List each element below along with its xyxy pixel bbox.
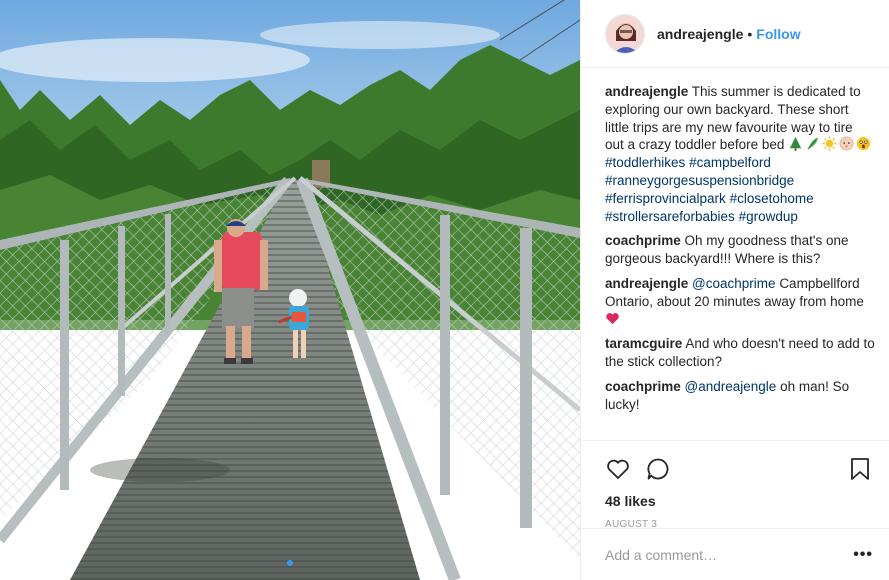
post-actions: 48 likes AUGUST 3 xyxy=(581,440,889,530)
comment-item: taramcguire And who doesn't need to add … xyxy=(605,335,875,371)
hashtag-link[interactable]: #growdup xyxy=(739,209,798,224)
evergreen-tree-icon xyxy=(790,137,802,152)
caption-emojis xyxy=(788,136,873,152)
post-photo[interactable] xyxy=(0,0,580,580)
avatar[interactable] xyxy=(605,13,645,54)
carousel-dot xyxy=(287,560,293,566)
hashtag-link[interactable]: #ferrisprovincialpark xyxy=(605,191,726,206)
suspension-bridge-image xyxy=(0,0,580,580)
comment-item: andreajengle @coachprime Campbellford On… xyxy=(605,275,875,328)
caption-username[interactable]: andreajengle xyxy=(605,84,688,99)
comment-item: coachprime Oh my goodness that's one gor… xyxy=(605,232,875,268)
comment-username[interactable]: coachprime xyxy=(605,233,681,248)
likes-count[interactable]: 48 likes xyxy=(605,493,873,509)
comment-username[interactable]: taramcguire xyxy=(605,336,682,351)
comment-mention[interactable]: @coachprime xyxy=(692,276,776,291)
hashtag-link[interactable]: #toddlerhikes xyxy=(605,155,685,170)
post-sidebar: andreajengle • Follow andreajengle This … xyxy=(580,0,889,580)
add-comment-bar: ••• xyxy=(581,528,889,580)
heart-outline-icon[interactable] xyxy=(605,456,631,482)
comment-input[interactable] xyxy=(605,546,854,563)
comment-item: coachprime @andreajengle oh man! So luck… xyxy=(605,378,875,414)
herb-icon xyxy=(807,138,819,150)
header-separator: • xyxy=(747,25,753,42)
hashtag-link[interactable]: #campbelford xyxy=(689,155,771,170)
avatar-image xyxy=(606,14,644,53)
astonished-face-icon xyxy=(857,137,871,151)
sun-icon xyxy=(822,136,837,151)
action-bar xyxy=(605,449,873,489)
speech-bubble-icon[interactable] xyxy=(645,456,671,482)
carousel-indicator xyxy=(0,560,580,566)
post-header: andreajengle • Follow xyxy=(581,0,889,68)
header-username[interactable]: andreajengle xyxy=(657,26,743,42)
comments-list: andreajengle This summer is dedicated to… xyxy=(581,68,889,438)
comment-mention[interactable]: @andreajengle xyxy=(685,379,777,394)
comment-username[interactable]: andreajengle xyxy=(605,276,688,291)
comment-username[interactable]: coachprime xyxy=(605,379,681,394)
hashtag-link[interactable]: #closetohome xyxy=(730,191,814,206)
hashtag-link[interactable]: #ranneygorgesuspensionbridge xyxy=(605,173,794,188)
red-heart-icon xyxy=(606,312,619,324)
follow-button[interactable]: Follow xyxy=(756,26,800,42)
bookmark-icon[interactable] xyxy=(847,456,873,482)
baby-icon xyxy=(839,136,854,151)
more-options-button[interactable]: ••• xyxy=(853,546,873,564)
caption: andreajengle This summer is dedicated to… xyxy=(605,83,875,225)
hashtag-link[interactable]: #strollersareforbabies xyxy=(605,209,735,224)
